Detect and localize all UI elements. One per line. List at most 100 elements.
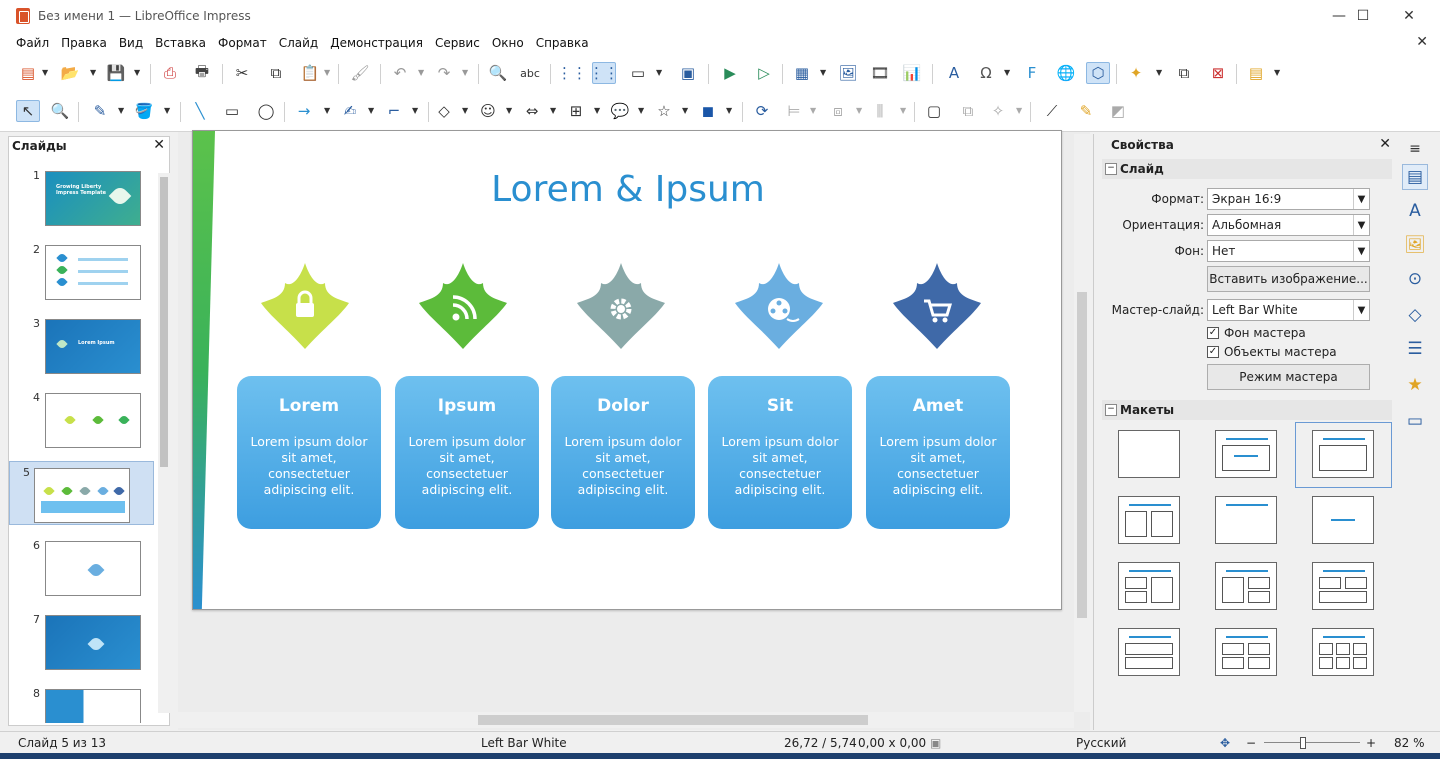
- layout-title-4-content[interactable]: [1215, 628, 1277, 676]
- duplicate-slide-icon[interactable]: ⧉: [1172, 62, 1196, 84]
- layout-title-2-content-over-content[interactable]: [1312, 562, 1374, 610]
- chevron-down-icon[interactable]: ▼: [324, 68, 332, 77]
- layout-title-6-content[interactable]: [1312, 628, 1374, 676]
- select-arrow-icon[interactable]: ↖: [16, 100, 40, 122]
- chevron-down-icon[interactable]: ▼: [1353, 189, 1369, 209]
- layout-title-only[interactable]: [1215, 496, 1277, 544]
- chart-icon[interactable]: 📊: [900, 62, 924, 84]
- checkmark-icon[interactable]: ✓: [1207, 327, 1219, 339]
- layout-title-content[interactable]: [1215, 430, 1277, 478]
- slide-thumbnail-5[interactable]: 5: [9, 461, 154, 525]
- 3d-objects-icon[interactable]: ◼: [696, 100, 720, 122]
- block-arrows-icon[interactable]: ⇔: [520, 100, 544, 122]
- chevron-down-icon[interactable]: ▼: [1004, 68, 1012, 77]
- master-slide-select[interactable]: Left Bar White ▼: [1207, 299, 1370, 321]
- menu-insert[interactable]: Вставка: [149, 36, 212, 50]
- menu-view[interactable]: Вид: [113, 36, 149, 50]
- filter-icon[interactable]: ✧: [986, 100, 1010, 122]
- align-objects-icon[interactable]: ⊨: [782, 100, 806, 122]
- snap-to-grid-icon[interactable]: ⋮⋮: [589, 62, 619, 84]
- layout-blank[interactable]: [1118, 430, 1180, 478]
- ellipse-icon[interactable]: ◯: [254, 100, 278, 122]
- arrow-line-icon[interactable]: →: [292, 100, 316, 122]
- menu-icon[interactable]: ≡: [1402, 136, 1428, 162]
- canvas-horizontal-scrollbar[interactable]: [178, 712, 1074, 728]
- export-pdf-icon[interactable]: ⎙: [158, 62, 182, 84]
- curve-icon[interactable]: ✍: [338, 100, 362, 122]
- flowchart-icon[interactable]: ⊞: [564, 100, 588, 122]
- new-document-icon[interactable]: ▤: [16, 62, 40, 84]
- background-select[interactable]: Нет ▼: [1207, 240, 1370, 262]
- chevron-down-icon[interactable]: ▼: [856, 106, 864, 115]
- slide-thumbnail-3[interactable]: 3 Lorem Ipsum: [9, 313, 154, 377]
- checkmark-icon[interactable]: ✓: [1207, 346, 1219, 358]
- chevron-down-icon[interactable]: ▼: [726, 106, 734, 115]
- slide-section-header[interactable]: Слайд: [1102, 159, 1392, 179]
- card-ipsum[interactable]: Ipsum Lorem ipsum dolor sit amet, consec…: [395, 376, 539, 529]
- chevron-down-icon[interactable]: ▼: [810, 106, 818, 115]
- gluepoint-icon[interactable]: ✎: [1074, 100, 1098, 122]
- slide-layout-icon[interactable]: ▤: [1244, 62, 1268, 84]
- menu-window[interactable]: Окно: [486, 36, 530, 50]
- callout-icon[interactable]: 💬: [608, 100, 632, 122]
- card-amet[interactable]: Amet Lorem ipsum dolor sit amet, consect…: [866, 376, 1010, 529]
- insert-image-button[interactable]: Вставить изображение...: [1207, 266, 1370, 292]
- text-box-icon[interactable]: A: [942, 62, 966, 84]
- close-document-icon[interactable]: ✕: [1416, 34, 1428, 50]
- chevron-down-icon[interactable]: ▼: [462, 68, 470, 77]
- layout-centered-text[interactable]: [1312, 496, 1374, 544]
- language[interactable]: Русский: [1076, 736, 1126, 750]
- new-slide-icon[interactable]: ✦: [1124, 62, 1148, 84]
- arrange-icon[interactable]: ⧈: [826, 100, 850, 122]
- image-icon[interactable]: 🖼: [836, 62, 860, 84]
- layout-title-content-over-content[interactable]: [1118, 628, 1180, 676]
- rotate-icon[interactable]: ⟳: [750, 100, 774, 122]
- cart-icon[interactable]: [891, 261, 983, 353]
- zoom-slider-handle[interactable]: [1300, 737, 1306, 749]
- layout-title-2-content[interactable]: [1118, 496, 1180, 544]
- chevron-down-icon[interactable]: ▼: [638, 106, 646, 115]
- print-icon[interactable]: 🖶: [190, 62, 214, 84]
- layouts-section-header[interactable]: Макеты: [1102, 400, 1392, 420]
- chevron-down-icon[interactable]: ▼: [1353, 300, 1369, 320]
- menu-tools[interactable]: Сервис: [429, 36, 486, 50]
- chevron-down-icon[interactable]: ▼: [324, 106, 332, 115]
- format-select[interactable]: Экран 16:9 ▼: [1207, 188, 1370, 210]
- master-objects-checkbox[interactable]: ✓ Объекты мастера: [1207, 345, 1337, 359]
- hyperlink-icon[interactable]: 🌐: [1054, 62, 1078, 84]
- start-first-slide-icon[interactable]: ▶: [718, 62, 742, 84]
- lock-icon[interactable]: [259, 261, 351, 353]
- chevron-down-icon[interactable]: ▼: [550, 106, 558, 115]
- table-icon[interactable]: ▦: [790, 62, 814, 84]
- zoom-in-icon[interactable]: +: [1366, 736, 1376, 750]
- layout-title-content-selected[interactable]: [1312, 430, 1374, 478]
- maximize-button[interactable]: ☐: [1340, 0, 1386, 32]
- fit-slide-icon[interactable]: ✥: [1220, 736, 1230, 750]
- display-views-icon[interactable]: ▭: [626, 62, 650, 84]
- chevron-down-icon[interactable]: ▼: [594, 106, 602, 115]
- styles-deck-icon[interactable]: A: [1402, 198, 1428, 224]
- chevron-down-icon[interactable]: ▼: [1156, 68, 1164, 77]
- spellcheck-icon[interactable]: abc: [518, 62, 542, 84]
- chevron-down-icon[interactable]: ▼: [1016, 106, 1024, 115]
- copy-icon[interactable]: ⧉: [264, 62, 288, 84]
- chevron-down-icon[interactable]: ▼: [42, 68, 50, 77]
- menu-help[interactable]: Справка: [530, 36, 595, 50]
- chevron-down-icon[interactable]: ▼: [90, 68, 98, 77]
- gallery-deck-icon[interactable]: 🖼: [1402, 232, 1428, 258]
- chevron-down-icon[interactable]: ▼: [462, 106, 470, 115]
- distribute-icon[interactable]: ⫼: [868, 100, 892, 122]
- master-background-checkbox[interactable]: ✓ Фон мастера: [1207, 326, 1306, 340]
- chevron-down-icon[interactable]: ▼: [682, 106, 690, 115]
- menu-format[interactable]: Формат: [212, 36, 273, 50]
- slide-thumbnail-4[interactable]: 4: [9, 387, 154, 451]
- chevron-down-icon[interactable]: ▼: [118, 106, 126, 115]
- slide-canvas[interactable]: Lorem & Ipsum Lorem Lorem ipsum dolor si…: [192, 130, 1062, 610]
- menu-slideshow[interactable]: Демонстрация: [324, 36, 429, 50]
- navigator-deck-icon[interactable]: ⊙: [1402, 266, 1428, 292]
- line-icon[interactable]: ╲: [188, 100, 212, 122]
- slide-thumbnail-6[interactable]: 6: [9, 535, 154, 599]
- close-window-button[interactable]: ✕: [1386, 0, 1432, 32]
- chevron-down-icon[interactable]: ▼: [820, 68, 828, 77]
- slide-thumbnail-1[interactable]: 1 Growing Liberty Impress Template: [9, 165, 154, 229]
